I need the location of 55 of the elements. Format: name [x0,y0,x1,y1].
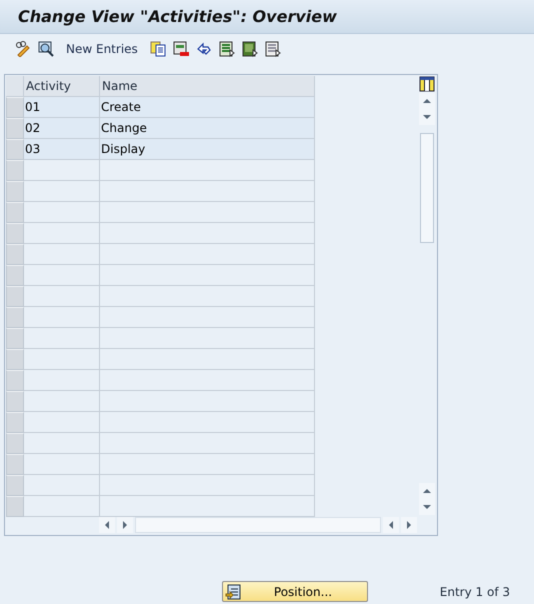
down-arrow-icon [423,505,431,509]
scroll-left-button[interactable] [99,517,115,533]
row-selector[interactable] [6,496,24,517]
row-selector[interactable] [6,97,24,118]
right-arrow-icon [407,521,411,529]
row-selector[interactable] [6,202,24,223]
scroll-down-button[interactable] [419,499,435,515]
scroll-right-button[interactable] [401,517,417,533]
table-cell: Create [100,97,315,118]
row-selector[interactable] [6,433,24,454]
scroll-up-button[interactable] [419,483,435,499]
column-header[interactable]: Activity [24,76,100,97]
row-selector[interactable] [6,223,24,244]
row-selector[interactable] [6,181,24,202]
row-selector[interactable] [6,370,24,391]
column-settings-icon[interactable] [418,75,436,93]
new-entries-button[interactable]: New Entries [66,42,138,56]
left-arrow-icon [105,521,109,529]
down-arrow-icon [423,115,431,119]
glasses-pencil-icon[interactable] [14,40,32,58]
row-selector[interactable] [6,412,24,433]
row-selector[interactable] [6,286,24,307]
up-arrow-icon [423,489,431,493]
row-selector[interactable] [6,265,24,286]
scroll-thumb[interactable] [420,133,434,243]
right-arrow-icon [123,521,127,529]
up-arrow-icon [423,99,431,103]
scroll-track[interactable] [135,517,381,533]
row-selector[interactable] [6,160,24,181]
row-selector[interactable] [6,454,24,475]
table-cell: Display [100,139,315,160]
search-icon[interactable] [37,40,55,58]
scroll-right-button[interactable] [117,517,133,533]
table-cell: 03 [24,139,100,160]
row-selector[interactable] [6,349,24,370]
delete-icon[interactable] [172,40,190,58]
left-arrow-icon [389,521,393,529]
table-cell: Change [100,118,315,139]
position-button[interactable]: Position... [222,581,368,602]
row-selector[interactable] [6,139,24,160]
column-header[interactable]: Name [100,76,315,97]
row-selector[interactable] [6,118,24,139]
row-selector[interactable] [6,244,24,265]
entry-count: Entry 1 of 3 [440,584,510,598]
row-selector[interactable] [6,328,24,349]
row-selector[interactable] [6,307,24,328]
scroll-down-button[interactable] [419,109,435,125]
row-selector[interactable] [6,391,24,412]
table-cell: 02 [24,118,100,139]
window-title: Change View "Activities": Overview [18,7,337,26]
copy-icon[interactable] [148,40,167,58]
row-selector[interactable] [6,475,24,496]
scroll-up-button[interactable] [419,93,435,109]
table-cell: 01 [24,97,100,118]
scroll-left-button[interactable] [383,517,399,533]
